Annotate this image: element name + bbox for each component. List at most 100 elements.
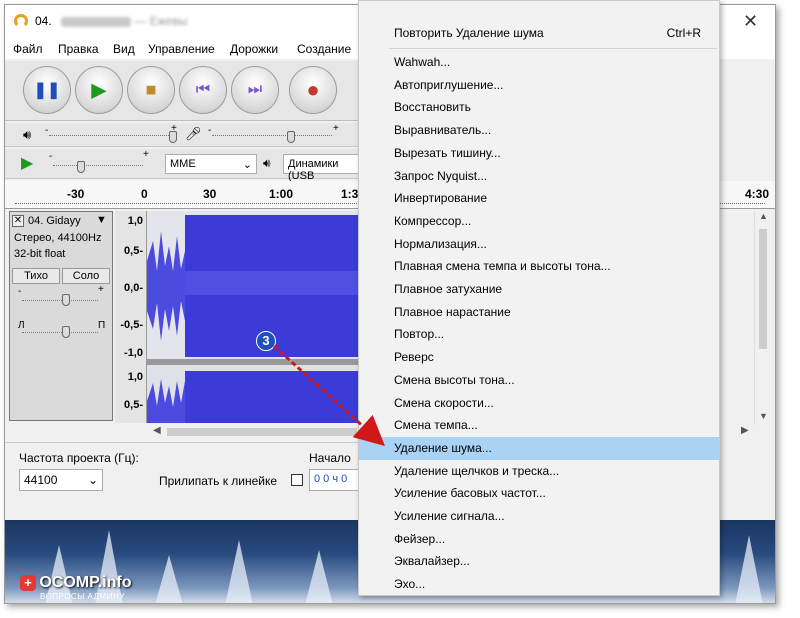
menu-item-label: Запрос Nyquist... — [394, 168, 488, 183]
gain-knob[interactable] — [62, 294, 70, 306]
menu-item-label: Реверс — [394, 350, 434, 365]
menu-item[interactable]: Реверс — [359, 346, 719, 369]
menu-item-repeat[interactable]: Повторить Удаление шума Ctrl+R — [359, 22, 719, 45]
mute-button[interactable]: Тихо — [12, 268, 60, 284]
scroll-up-icon[interactable]: ▲ — [759, 211, 768, 221]
scroll-left-icon[interactable]: ◀ — [153, 425, 161, 436]
skip-end-button[interactable]: ⏭ — [231, 66, 279, 114]
speaker-icon: 🔊︎ — [263, 156, 271, 170]
record-button[interactable]: ● — [289, 66, 337, 114]
menu-item[interactable]: Усиление сигнала... — [359, 505, 719, 528]
menu-item[interactable]: Компрессор... — [359, 210, 719, 233]
gain-slider[interactable] — [22, 300, 98, 308]
menu-item[interactable]: Выравниватель... — [359, 119, 719, 142]
mixer-toolbar: 🔊︎ - + 🎤︎ - + — [5, 123, 365, 147]
window-title-prefix: 04. — [35, 14, 52, 28]
menu-item[interactable]: Смена скорости... — [359, 392, 719, 415]
menu-item-label: Удаление шума... — [394, 440, 492, 455]
scale-label: 0,5- — [124, 245, 143, 257]
menu-item[interactable]: Восстановить — [359, 96, 719, 119]
track-close-icon[interactable]: ✕ — [12, 215, 24, 227]
track-menu-chevron-icon[interactable]: ▼ — [96, 214, 107, 226]
selection-start-value: 0 0 ч 0 — [314, 473, 348, 485]
output-device-select[interactable]: Динамики (USB — [283, 154, 369, 182]
menu-item[interactable]: Смена темпа... — [359, 414, 719, 437]
speed-knob[interactable] — [77, 161, 85, 173]
menu-item[interactable]: Wahwah... — [359, 51, 719, 74]
solo-button[interactable]: Соло — [62, 268, 110, 284]
audio-host-value: MME — [170, 158, 196, 170]
menu-item[interactable]: Удаление шума... — [359, 436, 719, 460]
menu-edit[interactable]: Правка — [58, 42, 99, 56]
menu-file[interactable]: Файл — [13, 42, 43, 56]
menu-item[interactable]: Вырезать тишину... — [359, 142, 719, 165]
scroll-down-icon[interactable]: ▼ — [759, 411, 768, 421]
pause-button[interactable]: ❚❚ — [23, 66, 71, 114]
scale-label: 1,0 — [127, 215, 143, 227]
menu-item[interactable]: Фейзер... — [359, 528, 719, 551]
playback-volume-slider[interactable] — [49, 135, 169, 143]
selection-start-field[interactable]: 0 0 ч 0 — [309, 469, 365, 491]
playback-volume-min: - — [45, 125, 49, 136]
transport-toolbar: ❚❚ ▶ ■ ⏮ ⏭ ● — [5, 61, 365, 121]
effects-menu: Повторить Удаление шума Ctrl+R Wahwah...… — [358, 0, 720, 596]
menu-item[interactable]: Нормализация... — [359, 233, 719, 256]
waveform-area[interactable] — [147, 211, 363, 423]
menu-item[interactable]: Плавное нарастание — [359, 301, 719, 324]
menu-item[interactable]: Инвертирование — [359, 187, 719, 210]
window-title-suffix: — Ежевы — [134, 14, 188, 28]
track-name[interactable]: 04. Gidayy — [28, 215, 81, 227]
menu-item-label: Компрессор... — [394, 213, 472, 228]
menu-item[interactable]: Запрос Nyquist... — [359, 165, 719, 188]
menu-item[interactable]: Удаление щелчков и треска... — [359, 460, 719, 483]
skip-end-icon: ⏭ — [247, 81, 263, 98]
menu-item-label: Усиление басовых частот... — [394, 486, 546, 501]
menu-item-label: Удаление щелчков и треска... — [394, 463, 560, 478]
menu-item[interactable]: Эквалайзер... — [359, 550, 719, 573]
menu-tracks[interactable]: Дорожки — [230, 42, 278, 56]
pause-icon: ❚❚ — [33, 82, 61, 99]
skip-start-button[interactable]: ⏮ — [179, 66, 227, 114]
logo-badge: + — [20, 575, 36, 591]
speed-slider[interactable] — [53, 165, 143, 173]
menu-transport[interactable]: Управление — [148, 42, 215, 56]
project-rate-select[interactable]: 44100 ⌄ — [19, 469, 103, 491]
snap-label: Прилипать к линейке — [159, 474, 278, 488]
menu-item-label: Восстановить — [394, 100, 471, 115]
horizontal-scrollbar[interactable]: ◀ — [147, 425, 363, 439]
play-button[interactable]: ▶ — [75, 66, 123, 114]
snap-checkbox[interactable] — [291, 474, 303, 486]
blurred-title — [61, 16, 132, 27]
menu-view[interactable]: Вид — [113, 42, 135, 56]
scroll-right-icon[interactable]: ▶ — [741, 425, 749, 436]
menu-item[interactable]: Эхо... — [359, 573, 719, 596]
menu-item[interactable]: Повтор... — [359, 323, 719, 346]
pan-left-label: Л — [18, 320, 25, 331]
device-toolbar: ▶ - + MME ⌄ 🔊︎ Динамики (USB — [5, 149, 369, 182]
menu-item[interactable]: Плавная смена темпа и высоты тона... — [359, 255, 719, 278]
close-icon[interactable]: ✕ — [743, 11, 758, 32]
gain-min: - — [18, 286, 22, 297]
record-volume-slider[interactable] — [212, 135, 332, 143]
menu-item[interactable]: Смена высоты тона... — [359, 369, 719, 392]
menu-item[interactable]: Усиление басовых частот... — [359, 482, 719, 505]
vertical-scrollbar[interactable]: ▲ ▼ — [754, 211, 770, 425]
record-volume-knob[interactable] — [287, 131, 295, 143]
menu-item-label: Wahwah... — [394, 55, 451, 69]
pan-slider[interactable] — [22, 332, 98, 340]
output-device-value: Динамики (USB — [288, 158, 339, 182]
scroll-thumb[interactable] — [167, 428, 357, 436]
scale-label: 0,0- — [124, 282, 143, 294]
pan-knob[interactable] — [62, 326, 70, 338]
menu-generate[interactable]: Создание — [297, 42, 351, 56]
audio-host-select[interactable]: MME ⌄ — [165, 154, 257, 174]
stop-button[interactable]: ■ — [127, 66, 175, 114]
play-at-speed-icon[interactable]: ▶ — [21, 153, 33, 173]
vscroll-thumb[interactable] — [759, 229, 767, 349]
menu-item-label: Эхо... — [394, 577, 426, 592]
menu-item[interactable]: Плавное затухание — [359, 278, 719, 301]
skip-start-icon: ⏮ — [195, 81, 211, 98]
timeline-tick: 0 — [141, 187, 148, 201]
gain-max: + — [98, 284, 104, 295]
menu-item[interactable]: Автоприглушение... — [359, 74, 719, 97]
